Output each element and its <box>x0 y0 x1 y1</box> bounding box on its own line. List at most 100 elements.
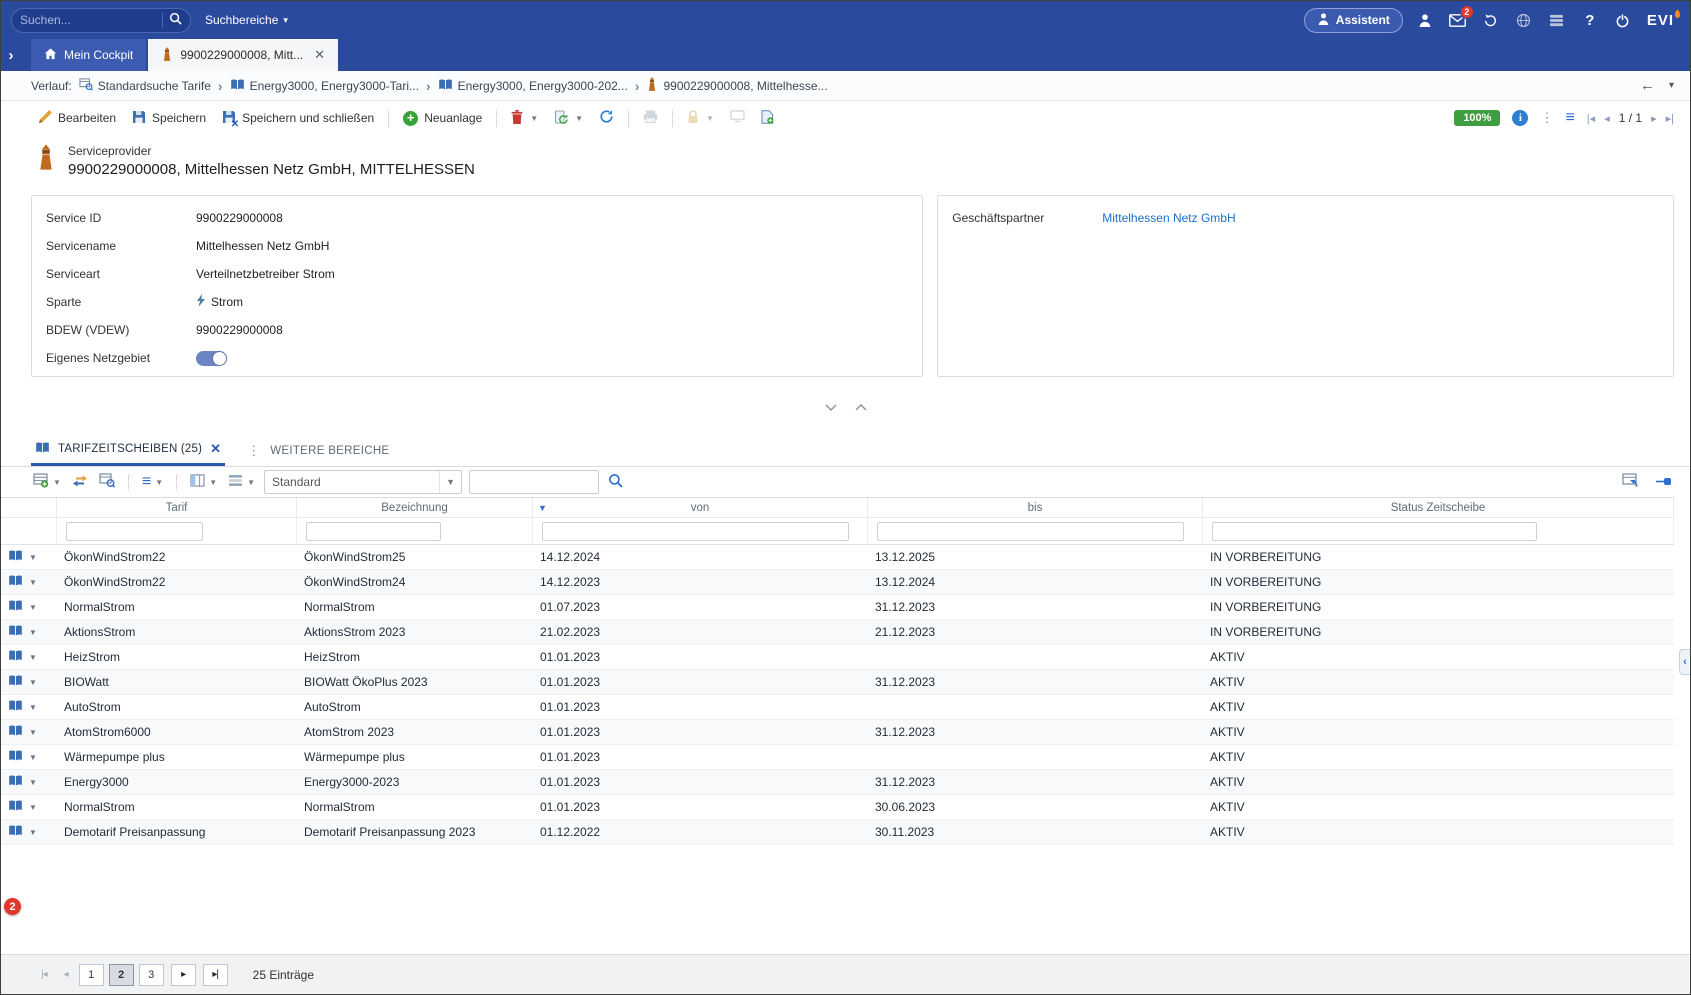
export-document-button[interactable] <box>754 105 781 131</box>
table-row[interactable]: ▼ AtomStrom6000 AtomStrom 2023 01.01.202… <box>1 720 1674 745</box>
close-icon[interactable]: ✕ <box>314 47 325 63</box>
table-row[interactable]: ▼ Demotarif Preisanpassung Demotarif Pre… <box>1 820 1674 845</box>
save-and-close-button[interactable]: ✕ Speichern und schließen <box>215 105 381 131</box>
header-bezeichnung[interactable]: Bezeichnung <box>297 498 533 517</box>
notification-badge[interactable]: 2 <box>4 898 21 915</box>
assistant-button[interactable]: Assistent <box>1304 8 1403 33</box>
tab-weitere-bereiche[interactable]: WEITERE BEREICHE <box>270 435 389 466</box>
table-row[interactable]: ▼ NormalStrom NormalStrom 01.07.2023 31.… <box>1 595 1674 620</box>
tariff-record-icon[interactable] <box>8 824 23 840</box>
history-back-icon[interactable]: ← <box>1640 77 1655 94</box>
pin-button[interactable] <box>1654 470 1674 494</box>
header-von[interactable]: ▼von <box>533 498 868 517</box>
panel-expander-icon[interactable]: ‹ <box>1679 649 1690 675</box>
row-menu-icon[interactable]: ▼ <box>29 828 37 837</box>
next-page-button[interactable]: ▸ <box>171 964 196 986</box>
more-options-icon[interactable]: ⋮ <box>1540 110 1553 126</box>
power-icon[interactable] <box>1612 9 1634 31</box>
close-icon[interactable]: ✕ <box>210 441 221 457</box>
table-row[interactable]: ▼ HeizStrom HeizStrom 01.01.2023 AKTIV <box>1 645 1674 670</box>
last-record-icon[interactable]: ▸| <box>1666 112 1674 125</box>
row-menu-icon[interactable]: ▼ <box>29 578 37 587</box>
tariff-record-icon[interactable] <box>8 799 23 815</box>
chevron-down-icon[interactable]: ▾ <box>1669 80 1674 91</box>
table-row[interactable]: ▼ NormalStrom NormalStrom 01.01.2023 30.… <box>1 795 1674 820</box>
row-menu-icon[interactable]: ▼ <box>29 778 37 787</box>
list-icon[interactable] <box>1546 9 1568 31</box>
create-button[interactable]: + Neuanlage <box>396 105 489 131</box>
tab-scroll-right-icon[interactable]: › <box>1 39 21 71</box>
row-menu-icon[interactable]: ▼ <box>29 628 37 637</box>
print-button[interactable] <box>636 105 665 131</box>
grid-columns-button[interactable]: ▼ <box>188 470 219 494</box>
row-menu-icon[interactable]: ▼ <box>29 803 37 812</box>
grid-menu-button[interactable]: ≡ ▼ <box>140 470 165 494</box>
row-menu-icon[interactable]: ▼ <box>29 703 37 712</box>
breadcrumb-item[interactable]: Energy3000, Energy3000-Tari... <box>230 78 419 94</box>
eigenes-netzgebiet-toggle[interactable] <box>196 351 227 366</box>
first-record-icon[interactable]: |◂ <box>1587 112 1595 125</box>
lock-button[interactable]: ▼ <box>680 105 721 131</box>
tariff-record-icon[interactable] <box>8 724 23 740</box>
row-menu-icon[interactable]: ▼ <box>29 678 37 687</box>
grid-edit-rows-button[interactable] <box>1620 470 1640 494</box>
grid-transfer-button[interactable] <box>70 470 90 494</box>
tariff-record-icon[interactable] <box>8 674 23 690</box>
tab-mein-cockpit[interactable]: Mein Cockpit <box>31 39 146 71</box>
tariff-record-icon[interactable] <box>8 599 23 615</box>
mail-icon[interactable]: 2 <box>1447 9 1469 31</box>
filter-input-bis[interactable] <box>877 522 1184 541</box>
tariff-record-icon[interactable] <box>8 774 23 790</box>
previous-record-icon[interactable]: ◂ <box>1604 112 1610 125</box>
breadcrumb-item[interactable]: Standardsuche Tarife <box>79 78 211 94</box>
tab-record[interactable]: 9900229000008, Mitt... ✕ <box>148 39 338 71</box>
grid-new-row-button[interactable]: ▼ <box>31 470 63 494</box>
collapse-chevron-down-icon[interactable] <box>822 400 840 414</box>
tariff-record-icon[interactable] <box>8 749 23 765</box>
table-row[interactable]: ▼ AktionsStrom AktionsStrom 2023 21.02.2… <box>1 620 1674 645</box>
grid-filter-search-button[interactable] <box>606 470 625 494</box>
tariff-record-icon[interactable] <box>8 549 23 565</box>
search-icon[interactable] <box>169 12 182 28</box>
user-icon[interactable] <box>1414 9 1436 31</box>
breadcrumb-item[interactable]: 9900229000008, Mittelhesse... <box>646 77 827 94</box>
page-button-3[interactable]: 3 <box>139 964 164 986</box>
filter-input-bezeichnung[interactable] <box>306 522 441 541</box>
help-icon[interactable]: ? <box>1579 9 1601 31</box>
more-options-icon[interactable]: ⋮ <box>247 435 260 466</box>
page-button-2[interactable]: 2 <box>109 964 134 986</box>
grid-search-button[interactable] <box>97 470 117 494</box>
edit-button[interactable]: Bearbeiten <box>31 105 123 131</box>
row-menu-icon[interactable]: ▼ <box>29 603 37 612</box>
last-page-button[interactable]: ▸| <box>203 964 228 986</box>
header-status[interactable]: Status Zeitscheibe <box>1203 498 1674 517</box>
row-menu-icon[interactable]: ▼ <box>29 753 37 762</box>
collapse-chevron-up-icon[interactable] <box>852 400 870 414</box>
table-row[interactable]: ▼ AutoStrom AutoStrom 01.01.2023 AKTIV <box>1 695 1674 720</box>
row-menu-icon[interactable]: ▼ <box>29 553 37 562</box>
table-row[interactable]: ▼ Energy3000 Energy3000-2023 01.01.2023 … <box>1 770 1674 795</box>
grid-quick-filter-input[interactable] <box>469 470 599 494</box>
monitor-button[interactable] <box>723 105 752 131</box>
next-record-icon[interactable]: ▸ <box>1651 112 1657 125</box>
view-selector[interactable]: Standard ▼ <box>264 470 462 494</box>
tariff-record-icon[interactable] <box>8 699 23 715</box>
redo-icon[interactable] <box>1480 9 1502 31</box>
delete-button[interactable]: ▼ <box>504 105 545 131</box>
previous-page-icon[interactable]: ◂ <box>58 969 74 980</box>
info-icon[interactable]: i <box>1512 110 1528 126</box>
first-page-icon[interactable]: |◂ <box>35 969 53 980</box>
global-search-input[interactable] <box>20 13 156 27</box>
network-icon[interactable] <box>1513 9 1535 31</box>
partner-link[interactable]: Mittelhessen Netz GmbH <box>1102 211 1235 225</box>
breadcrumb-item[interactable]: Energy3000, Energy3000-202... <box>438 78 628 94</box>
save-button[interactable]: Speichern <box>125 105 213 131</box>
grid-rows-button[interactable]: ▼ <box>226 470 257 494</box>
tariff-record-icon[interactable] <box>8 649 23 665</box>
tariff-record-icon[interactable] <box>8 574 23 590</box>
menu-icon[interactable]: ≡ <box>1565 109 1574 127</box>
table-row[interactable]: ▼ Wärmepumpe plus Wärmepumpe plus 01.01.… <box>1 745 1674 770</box>
copy-button[interactable]: ▼ <box>547 105 590 131</box>
filter-input-tarif[interactable] <box>66 522 203 541</box>
zoom-badge[interactable]: 100% <box>1454 110 1500 126</box>
